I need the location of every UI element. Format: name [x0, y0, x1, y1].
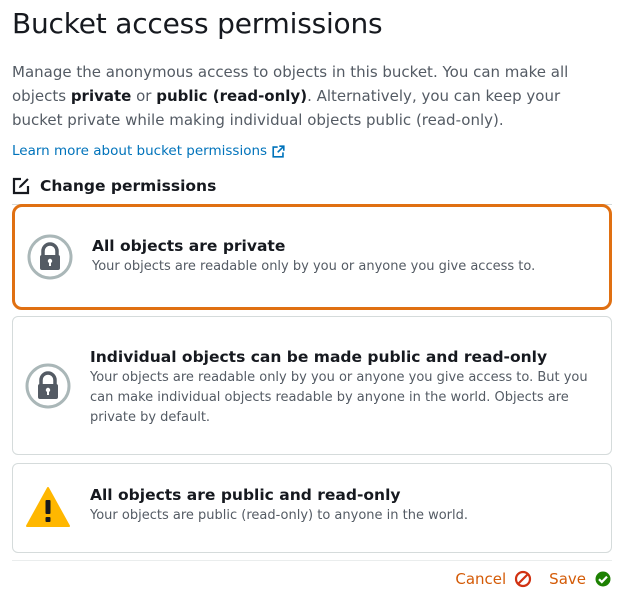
lock-icon: [25, 363, 71, 409]
warning-icon: [25, 485, 71, 531]
external-link-icon: [272, 144, 285, 158]
option-description: Your objects are readable only by you or…: [92, 259, 536, 274]
cancel-label: Cancel: [455, 570, 507, 588]
option-all-private[interactable]: All objects are private Your objects are…: [12, 204, 612, 310]
option-body: All objects are private Your objects are…: [92, 235, 595, 277]
page-description: Manage the anonymous access to objects i…: [12, 60, 612, 132]
option-title: All objects are private: [92, 237, 286, 255]
check-circle-icon: [595, 571, 611, 587]
option-description: Your objects are readable only by you or…: [90, 370, 588, 425]
learn-more-label: Learn more about bucket permissions: [12, 143, 268, 159]
cancel-button[interactable]: Cancel: [455, 570, 532, 588]
option-title: Individual objects can be made public an…: [90, 348, 548, 366]
change-permissions-label: Change permissions: [40, 177, 217, 195]
option-description: Your objects are public (read-only) to a…: [90, 508, 469, 523]
edit-icon: [12, 177, 30, 195]
save-label: Save: [549, 570, 586, 588]
save-button[interactable]: Save: [549, 570, 612, 588]
change-permissions-heading: Change permissions: [12, 177, 612, 195]
cancel-icon: [515, 570, 532, 588]
learn-more-link[interactable]: Learn more about bucket permissions: [12, 143, 285, 159]
description-private: private: [70, 87, 132, 105]
form-actions: Cancel Save: [455, 570, 612, 588]
option-body: Individual objects can be made public an…: [90, 346, 597, 428]
option-all-public[interactable]: All objects are public and read-only You…: [12, 463, 612, 553]
footer-divider: [12, 560, 612, 561]
description-public: public (read-only): [156, 87, 308, 105]
option-title: All objects are public and read-only: [90, 486, 401, 504]
description-text-2: or: [131, 87, 157, 105]
bucket-permissions-panel: Bucket access permissions Manage the ano…: [12, 0, 612, 588]
option-individual-public[interactable]: Individual objects can be made public an…: [12, 316, 612, 455]
lock-icon: [27, 234, 73, 280]
page-title: Bucket access permissions: [12, 7, 383, 40]
option-body: All objects are public and read-only You…: [90, 484, 597, 526]
